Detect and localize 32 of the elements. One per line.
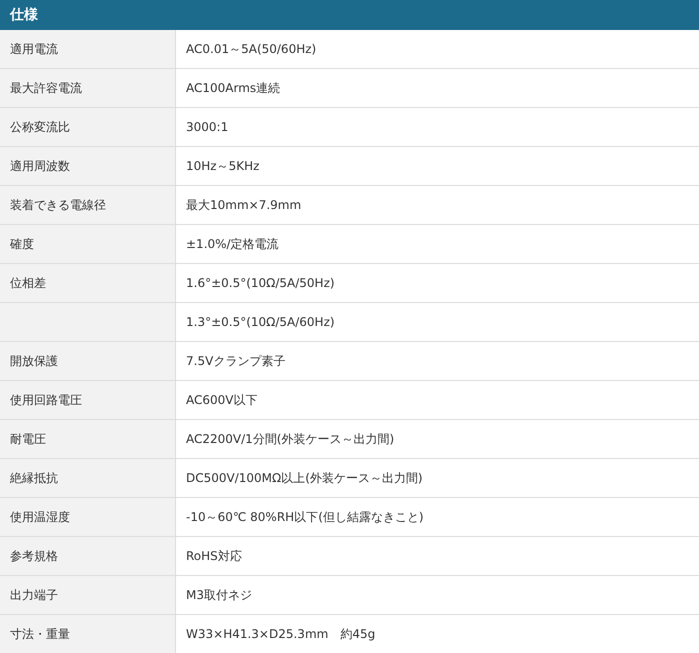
label-cell: 出力端子: [0, 576, 176, 614]
value-cell-text: ±1.0%/定格電流: [185, 236, 280, 252]
value-cell-text: 3000:1: [185, 119, 230, 136]
value-cell-text: RoHS対応: [185, 548, 243, 564]
label-cell: 使用回路電圧: [0, 381, 176, 419]
label-cell: 装着できる電線径: [0, 186, 176, 224]
value-cell-text: 1.6°±0.5°(10Ω/5A/50Hz): [185, 275, 336, 292]
label-cell: 適用電流: [0, 30, 176, 68]
value-cell-text: AC600V以下: [185, 392, 258, 408]
label-cell: 位相差: [0, 264, 176, 302]
label-cell: 参考規格: [0, 537, 176, 575]
label-cell: 最大許容電流: [0, 69, 176, 107]
section-header: 仕様: [0, 0, 699, 30]
label-cell: 適用周波数: [0, 147, 176, 185]
value-cell-text: -10～60℃ 80%RH以下(但し結露なきこと): [185, 508, 425, 526]
value-cell-text: 1.3°±0.5°(10Ω/5A/60Hz): [185, 314, 336, 331]
value-cell-text: 最大10mm×7.9mm: [185, 196, 302, 214]
label-cell: 絶縁抵抗: [0, 459, 176, 497]
value-cell-text: 10Hz～5KHz: [185, 158, 260, 174]
label-cell: 使用温湿度: [0, 498, 176, 536]
label-cell: 確度: [0, 225, 176, 263]
label-cell: 開放保護: [0, 342, 176, 380]
label-cell: 耐電圧: [0, 420, 176, 458]
value-cell-text: W33×H41.3×D25.3mm 約45g: [185, 626, 376, 642]
value-cell-text: AC2200V/1分間(外装ケース～出力間): [185, 430, 396, 448]
label-cell: 寸法・重量: [0, 615, 176, 653]
label-cell: 公称変流比: [0, 108, 176, 146]
value-cell-text: DC500V/100MΩ以上(外装ケース～出力間): [185, 470, 424, 486]
value-cell-text: AC0.01～5A(50/60Hz): [185, 40, 318, 58]
value-cell-text: 7.5Vクランプ素子: [185, 352, 286, 370]
value-cell-text: AC100Arms連続: [185, 80, 282, 96]
value-cell-text: M3取付ネジ: [185, 586, 253, 604]
